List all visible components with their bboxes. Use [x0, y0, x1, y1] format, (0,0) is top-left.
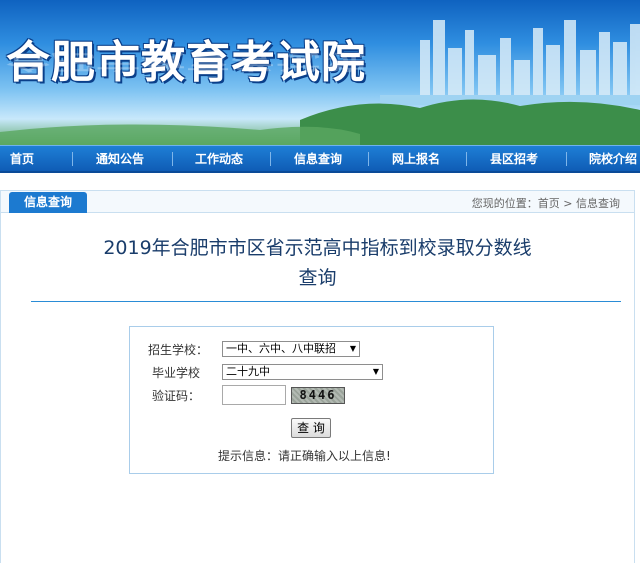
- page-title: 2019年合肥市市区省示范高中指标到校录取分数线 查询: [1, 233, 634, 293]
- site-banner: 合肥市教育考试院 合肥市教育考试院: [0, 0, 640, 145]
- nav-item-info-query[interactable]: 信息查询: [294, 146, 342, 172]
- nav-item-home[interactable]: 首页: [10, 146, 34, 172]
- grad-school-label: 毕业学校: [152, 366, 201, 380]
- grad-school-select[interactable]: 二十九中 ▼: [222, 364, 383, 380]
- site-title-reflection: 合肥市教育考试院: [6, 50, 366, 74]
- submit-query-button[interactable]: 查 询: [291, 418, 331, 438]
- page-title-line2: 查询: [298, 267, 337, 289]
- nav-divider: [72, 152, 73, 166]
- dropdown-arrow-icon: ▼: [349, 344, 356, 353]
- enroll-school-value: 一中、六中、八中联招: [226, 342, 336, 355]
- nav-item-school-intro[interactable]: 院校介绍: [589, 146, 637, 172]
- page-title-line1: 2019年合肥市市区省示范高中指标到校录取分数线: [103, 237, 532, 259]
- grad-school-value: 二十九中: [226, 365, 270, 378]
- enroll-school-select[interactable]: 一中、六中、八中联招 ▼: [222, 341, 360, 357]
- enroll-school-label: 招生学校：: [148, 343, 209, 357]
- nav-item-notices[interactable]: 通知公告: [96, 146, 144, 172]
- nav-divider: [172, 152, 173, 166]
- breadcrumb-prefix: 您现的位置：: [471, 197, 538, 210]
- breadcrumb-separator: >: [563, 197, 573, 210]
- nav-divider: [566, 152, 567, 166]
- nav-divider: [368, 152, 369, 166]
- panel-header: 信息查询 您现的位置：首页 > 信息查询: [1, 191, 634, 213]
- captcha-input[interactable]: [222, 385, 286, 405]
- nav-item-county-exams[interactable]: 县区招考: [490, 146, 538, 172]
- query-form: 招生学校： 一中、六中、八中联招 ▼ 毕业学校 二十九中 ▼ 验证码： 8446…: [129, 326, 494, 474]
- nav-item-online-registration[interactable]: 网上报名: [392, 146, 440, 172]
- title-divider: [31, 301, 621, 302]
- breadcrumb: 您现的位置：首页 > 信息查询: [472, 195, 620, 211]
- dropdown-arrow-icon: ▼: [372, 367, 379, 376]
- content-panel: 信息查询 您现的位置：首页 > 信息查询 2019年合肥市市区省示范高中指标到校…: [0, 190, 635, 563]
- nav-divider: [466, 152, 467, 166]
- nav-divider: [270, 152, 271, 166]
- captcha-image[interactable]: 8446: [291, 387, 345, 404]
- tab-info-query[interactable]: 信息查询: [9, 192, 87, 213]
- breadcrumb-home-link[interactable]: 首页: [538, 197, 560, 210]
- nav-item-work-news[interactable]: 工作动态: [195, 146, 243, 172]
- captcha-label: 验证码：: [152, 389, 201, 403]
- breadcrumb-current-link[interactable]: 信息查询: [576, 197, 620, 210]
- main-nav: 首页 通知公告 工作动态 信息查询 网上报名 县区招考 院校介绍: [0, 145, 640, 173]
- hint-message: 提示信息：请正确输入以上信息!: [218, 449, 391, 463]
